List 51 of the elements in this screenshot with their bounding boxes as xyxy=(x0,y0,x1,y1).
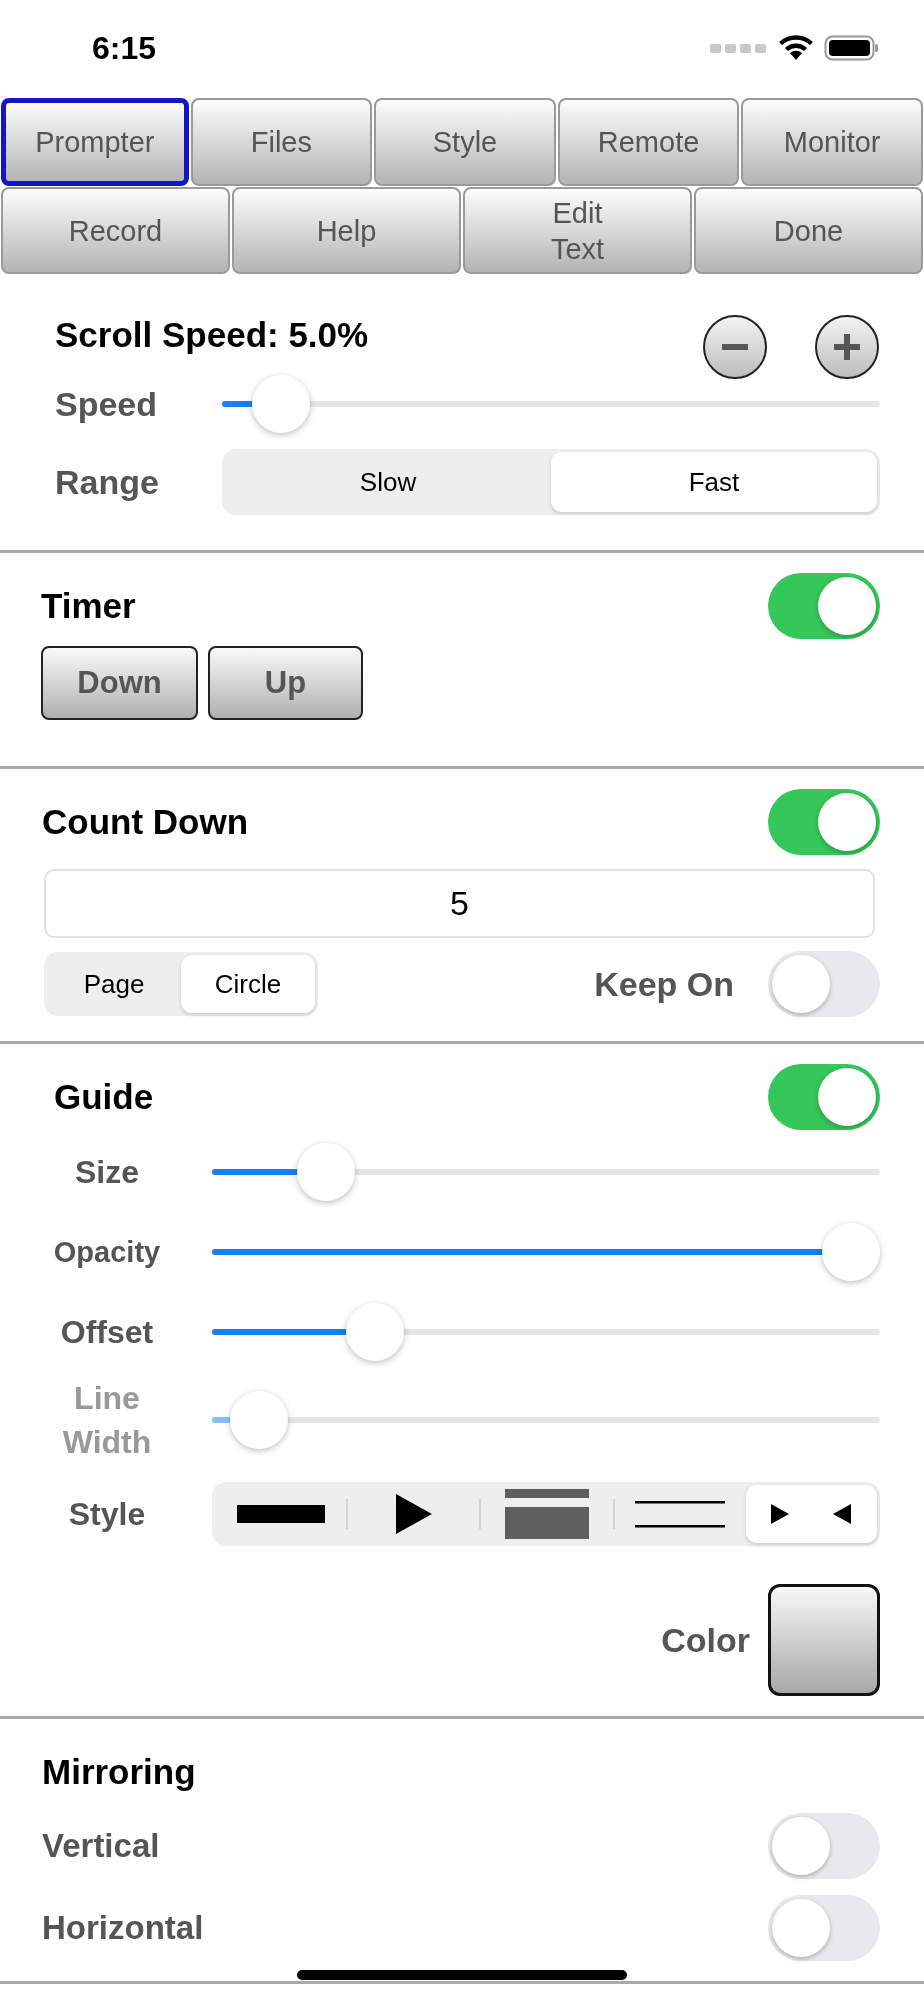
arrows-icon xyxy=(771,1502,852,1526)
slider-fill xyxy=(212,1417,233,1423)
mirroring-label: Vertical xyxy=(42,1826,160,1867)
signal-icon xyxy=(710,42,768,54)
bar-icon xyxy=(236,1505,325,1523)
section-title: Scroll Speed: 5.0% xyxy=(55,313,369,356)
toolbar-button[interactable]: Done xyxy=(694,187,923,274)
section-title: Count Down xyxy=(42,800,249,843)
toolbar-button[interactable]: Style xyxy=(374,98,556,186)
section-title: Mirroring xyxy=(42,1750,197,1793)
blocks-icon xyxy=(505,1489,589,1539)
status-time: 6:15 xyxy=(92,29,157,68)
slider-label: Offset xyxy=(60,1313,154,1352)
section-title: Guide xyxy=(54,1075,154,1118)
segment[interactable]: Page xyxy=(47,955,181,1013)
toolbar-button[interactable]: Edit Text xyxy=(463,187,692,274)
color-label: Color xyxy=(661,1619,750,1661)
section-title: Timer xyxy=(41,584,136,627)
slider-label: Size xyxy=(75,1153,139,1192)
segment[interactable]: Circle xyxy=(181,955,315,1013)
slider-thumb[interactable] xyxy=(346,1303,405,1361)
plus-button[interactable] xyxy=(814,314,880,380)
slider-label: Line Width xyxy=(62,1379,152,1462)
minus-button[interactable] xyxy=(702,314,768,380)
slider-fill xyxy=(222,401,254,407)
wifi-icon xyxy=(778,34,814,62)
toolbar-button[interactable]: Record xyxy=(1,187,230,274)
countdown-field[interactable]: 5 xyxy=(44,869,875,938)
range-label: Range xyxy=(55,461,160,503)
color-swatch[interactable] xyxy=(768,1584,880,1696)
double-line-icon xyxy=(635,1499,726,1529)
keep-on-label: Keep On xyxy=(594,963,734,1005)
triangle-icon xyxy=(395,1494,432,1534)
toolbar-button[interactable]: Prompter xyxy=(1,98,189,186)
slider-thumb[interactable] xyxy=(252,375,310,433)
slider-label: Speed xyxy=(55,383,159,425)
segment[interactable]: Fast xyxy=(551,452,877,512)
segment[interactable] xyxy=(745,1485,877,1543)
timer-button[interactable]: Up xyxy=(208,646,363,720)
toolbar-button[interactable]: Files xyxy=(190,98,373,186)
timer-button[interactable]: Down xyxy=(41,646,198,720)
battery-icon xyxy=(824,34,880,62)
toolbar-button[interactable]: Remote xyxy=(557,98,740,186)
toolbar-button[interactable]: Monitor xyxy=(741,98,923,186)
mirroring-label: Horizontal xyxy=(42,1908,204,1949)
slider-thumb[interactable] xyxy=(297,1143,356,1201)
segment[interactable]: Slow xyxy=(225,452,551,512)
toolbar-button[interactable]: Help xyxy=(232,187,461,274)
slider-thumb[interactable] xyxy=(822,1223,880,1281)
slider-label: Opacity xyxy=(53,1235,161,1270)
style-label: Style xyxy=(68,1495,146,1534)
